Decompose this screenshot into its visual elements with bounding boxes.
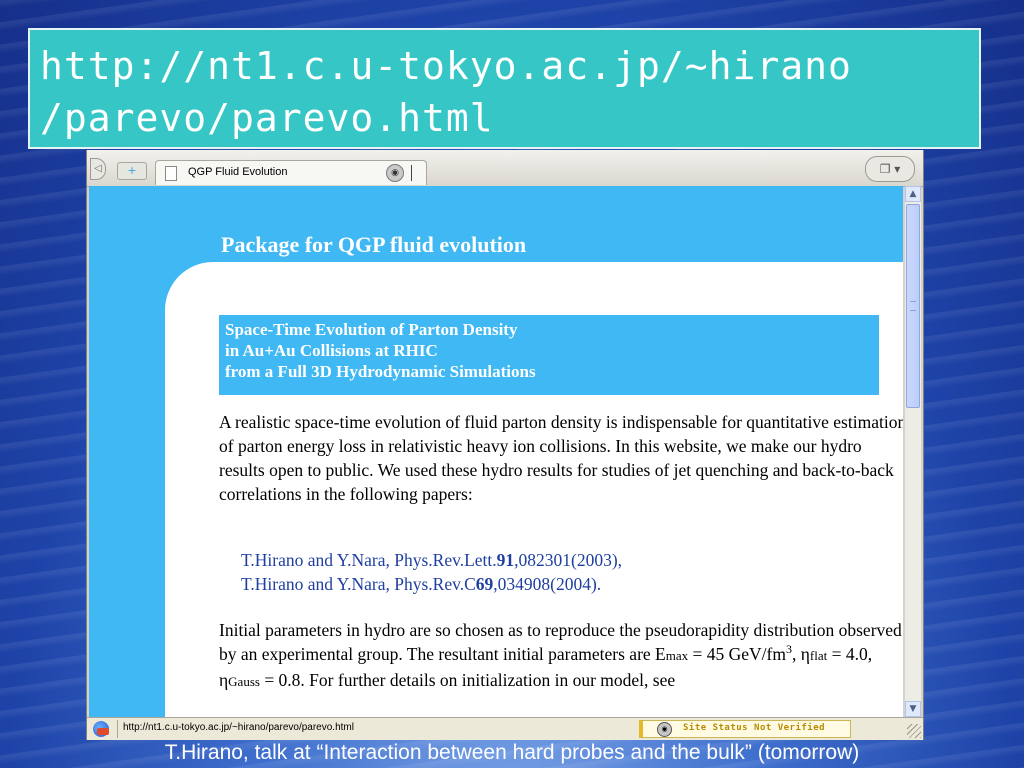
slide-caption: T.Hirano, talk at “Interaction between h… xyxy=(164,741,860,764)
shield-icon[interactable]: ◉ xyxy=(386,164,404,182)
scroll-down-icon[interactable]: ▼ xyxy=(905,701,921,717)
left-arrow-icon[interactable]: ◁ xyxy=(90,158,106,180)
tab-bar: ◁ + QGP Fluid Evolution ◉ ❐ ▾ xyxy=(87,150,923,187)
globe-icon xyxy=(93,721,109,737)
tab-qgp-fluid-evolution[interactable]: QGP Fluid Evolution ◉ xyxy=(155,160,427,185)
status-url: http://nt1.c.u-tokyo.ac.jp/~hirano/parev… xyxy=(123,722,354,733)
site-status-text: Site Status Not Verified xyxy=(683,723,826,733)
url-line-2: /parevo/parevo.html xyxy=(40,96,494,140)
site-status-badge[interactable]: ◉ Site Status Not Verified xyxy=(639,720,851,738)
reference-item[interactable]: T.Hirano and Y.Nara, Phys.Rev.Lett.91,08… xyxy=(241,548,622,572)
tab-cursor xyxy=(411,165,412,181)
subtitle-line-2: in Au+Au Collisions at RHIC xyxy=(225,341,438,360)
url-line-1: http://nt1.c.u-tokyo.ac.jp/~hirano xyxy=(40,44,852,88)
parameters-paragraph: Initial parameters in hydro are so chose… xyxy=(219,620,902,690)
scroll-thumb[interactable] xyxy=(906,204,920,408)
tab-title: QGP Fluid Evolution xyxy=(188,166,288,178)
status-bar: http://nt1.c.u-tokyo.ac.jp/~hirano/parev… xyxy=(87,717,923,740)
scroll-up-icon[interactable]: ▲ xyxy=(905,186,921,202)
subtitle-line-1: Space-Time Evolution of Parton Density xyxy=(225,320,518,339)
subtitle-box: Space-Time Evolution of Parton Density i… xyxy=(219,315,879,395)
vertical-scrollbar[interactable]: ▲ ▼ xyxy=(905,186,921,717)
intro-paragraph: A realistic space-time evolution of flui… xyxy=(219,412,903,504)
shield-icon: ◉ xyxy=(657,722,672,737)
reference-list: T.Hirano and Y.Nara, Phys.Rev.Lett.91,08… xyxy=(241,548,622,596)
page-title: Package for QGP fluid evolution xyxy=(221,232,527,257)
reference-item[interactable]: T.Hirano and Y.Nara, Phys.Rev.C69,034908… xyxy=(241,572,622,596)
subtitle-line-3: from a Full 3D Hydrodynamic Simulations xyxy=(225,362,536,381)
status-divider xyxy=(117,720,118,738)
grip-icon xyxy=(910,301,916,311)
browser-window: ◁ + QGP Fluid Evolution ◉ ❐ ▾ Package fo… xyxy=(86,150,924,740)
tab-list-icon[interactable]: ❐ ▾ xyxy=(865,156,915,182)
resize-grip-icon[interactable] xyxy=(907,724,921,738)
page-icon xyxy=(165,166,177,181)
new-tab-icon[interactable]: + xyxy=(117,162,147,180)
page-content: Package for QGP fluid evolution Space-Ti… xyxy=(89,186,903,717)
url-banner: http://nt1.c.u-tokyo.ac.jp/~hirano /pare… xyxy=(28,28,981,149)
